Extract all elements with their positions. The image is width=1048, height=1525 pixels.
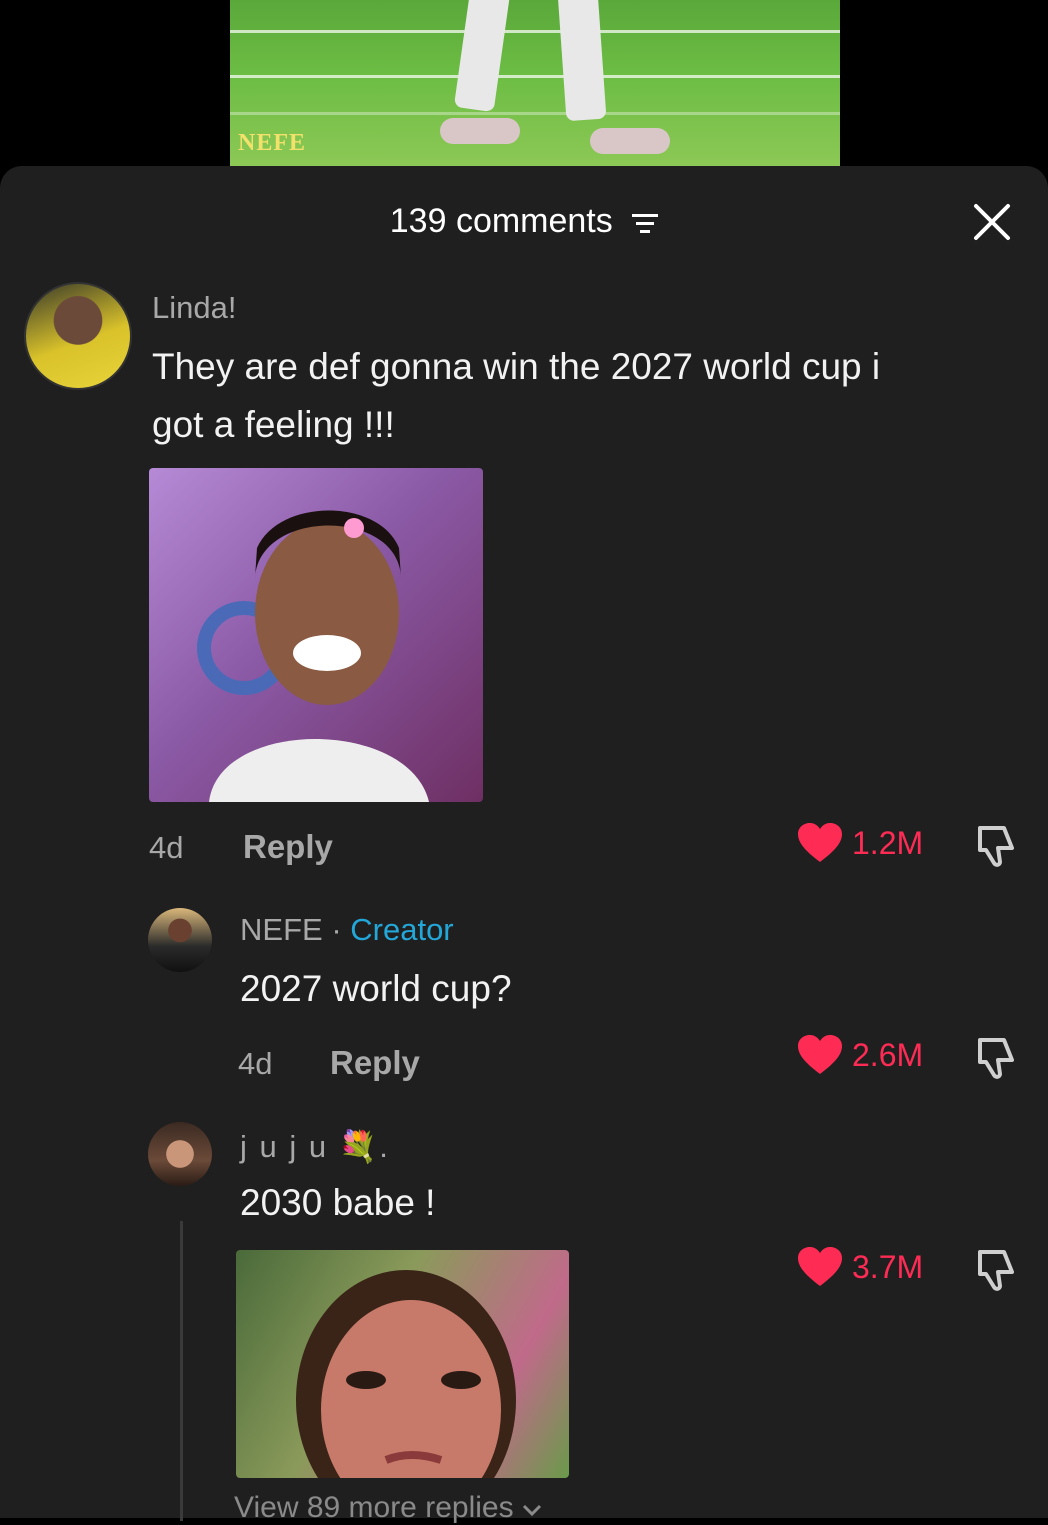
reply-button[interactable]: Reply — [330, 1044, 420, 1082]
heart-icon — [798, 1247, 842, 1286]
chevron-down-icon — [522, 1504, 541, 1517]
dislike-icon[interactable] — [974, 822, 1018, 868]
comment-count: 139 comments — [389, 202, 613, 240]
like-button[interactable]: 3.7M — [796, 1246, 923, 1288]
like-button[interactable]: 2.6M — [796, 1034, 923, 1076]
dislike-icon[interactable] — [974, 1246, 1018, 1292]
like-count: 1.2M — [852, 824, 924, 861]
view-more-replies[interactable]: View 89 more replies — [234, 1491, 542, 1525]
avatar[interactable] — [148, 1122, 212, 1186]
comment-text: 2030 babe ! — [240, 1182, 436, 1223]
heart-icon — [798, 823, 842, 862]
comment-text: 2027 world cup? — [240, 968, 512, 1009]
comment-username[interactable]: Linda! — [152, 290, 236, 326]
avatar[interactable] — [24, 282, 132, 390]
comment-username-row: NEFE · Creator — [240, 912, 454, 947]
like-button[interactable]: 1.2M — [796, 822, 923, 864]
dislike-icon[interactable] — [974, 1034, 1018, 1080]
like-count: 3.7M — [852, 1248, 924, 1285]
comments-header: 139 comments — [0, 202, 1048, 241]
heart-icon — [798, 1035, 842, 1074]
comments-sheet: 139 comments Linda! They are def gonna w… — [0, 166, 1048, 1524]
comment-username[interactable]: j u j u 💐. — [240, 1128, 390, 1165]
thread-line — [180, 1221, 183, 1521]
comment-text: They are def gonna win the 2027 world cu… — [152, 346, 881, 445]
reply-button[interactable]: Reply — [243, 828, 333, 866]
video-watermark: NEFE — [238, 130, 307, 156]
like-count: 2.6M — [852, 1036, 924, 1073]
comment-image[interactable] — [236, 1250, 569, 1478]
close-icon[interactable] — [972, 202, 1012, 242]
sort-icon[interactable] — [632, 212, 659, 234]
creator-badge: Creator — [350, 912, 454, 947]
video-preview[interactable]: NEFE — [230, 0, 840, 166]
comment-time: 4d — [149, 830, 184, 865]
avatar[interactable] — [148, 908, 212, 972]
comment-username[interactable]: NEFE — [240, 912, 323, 947]
comment-time: 4d — [238, 1046, 273, 1081]
comment-image[interactable] — [149, 468, 483, 802]
